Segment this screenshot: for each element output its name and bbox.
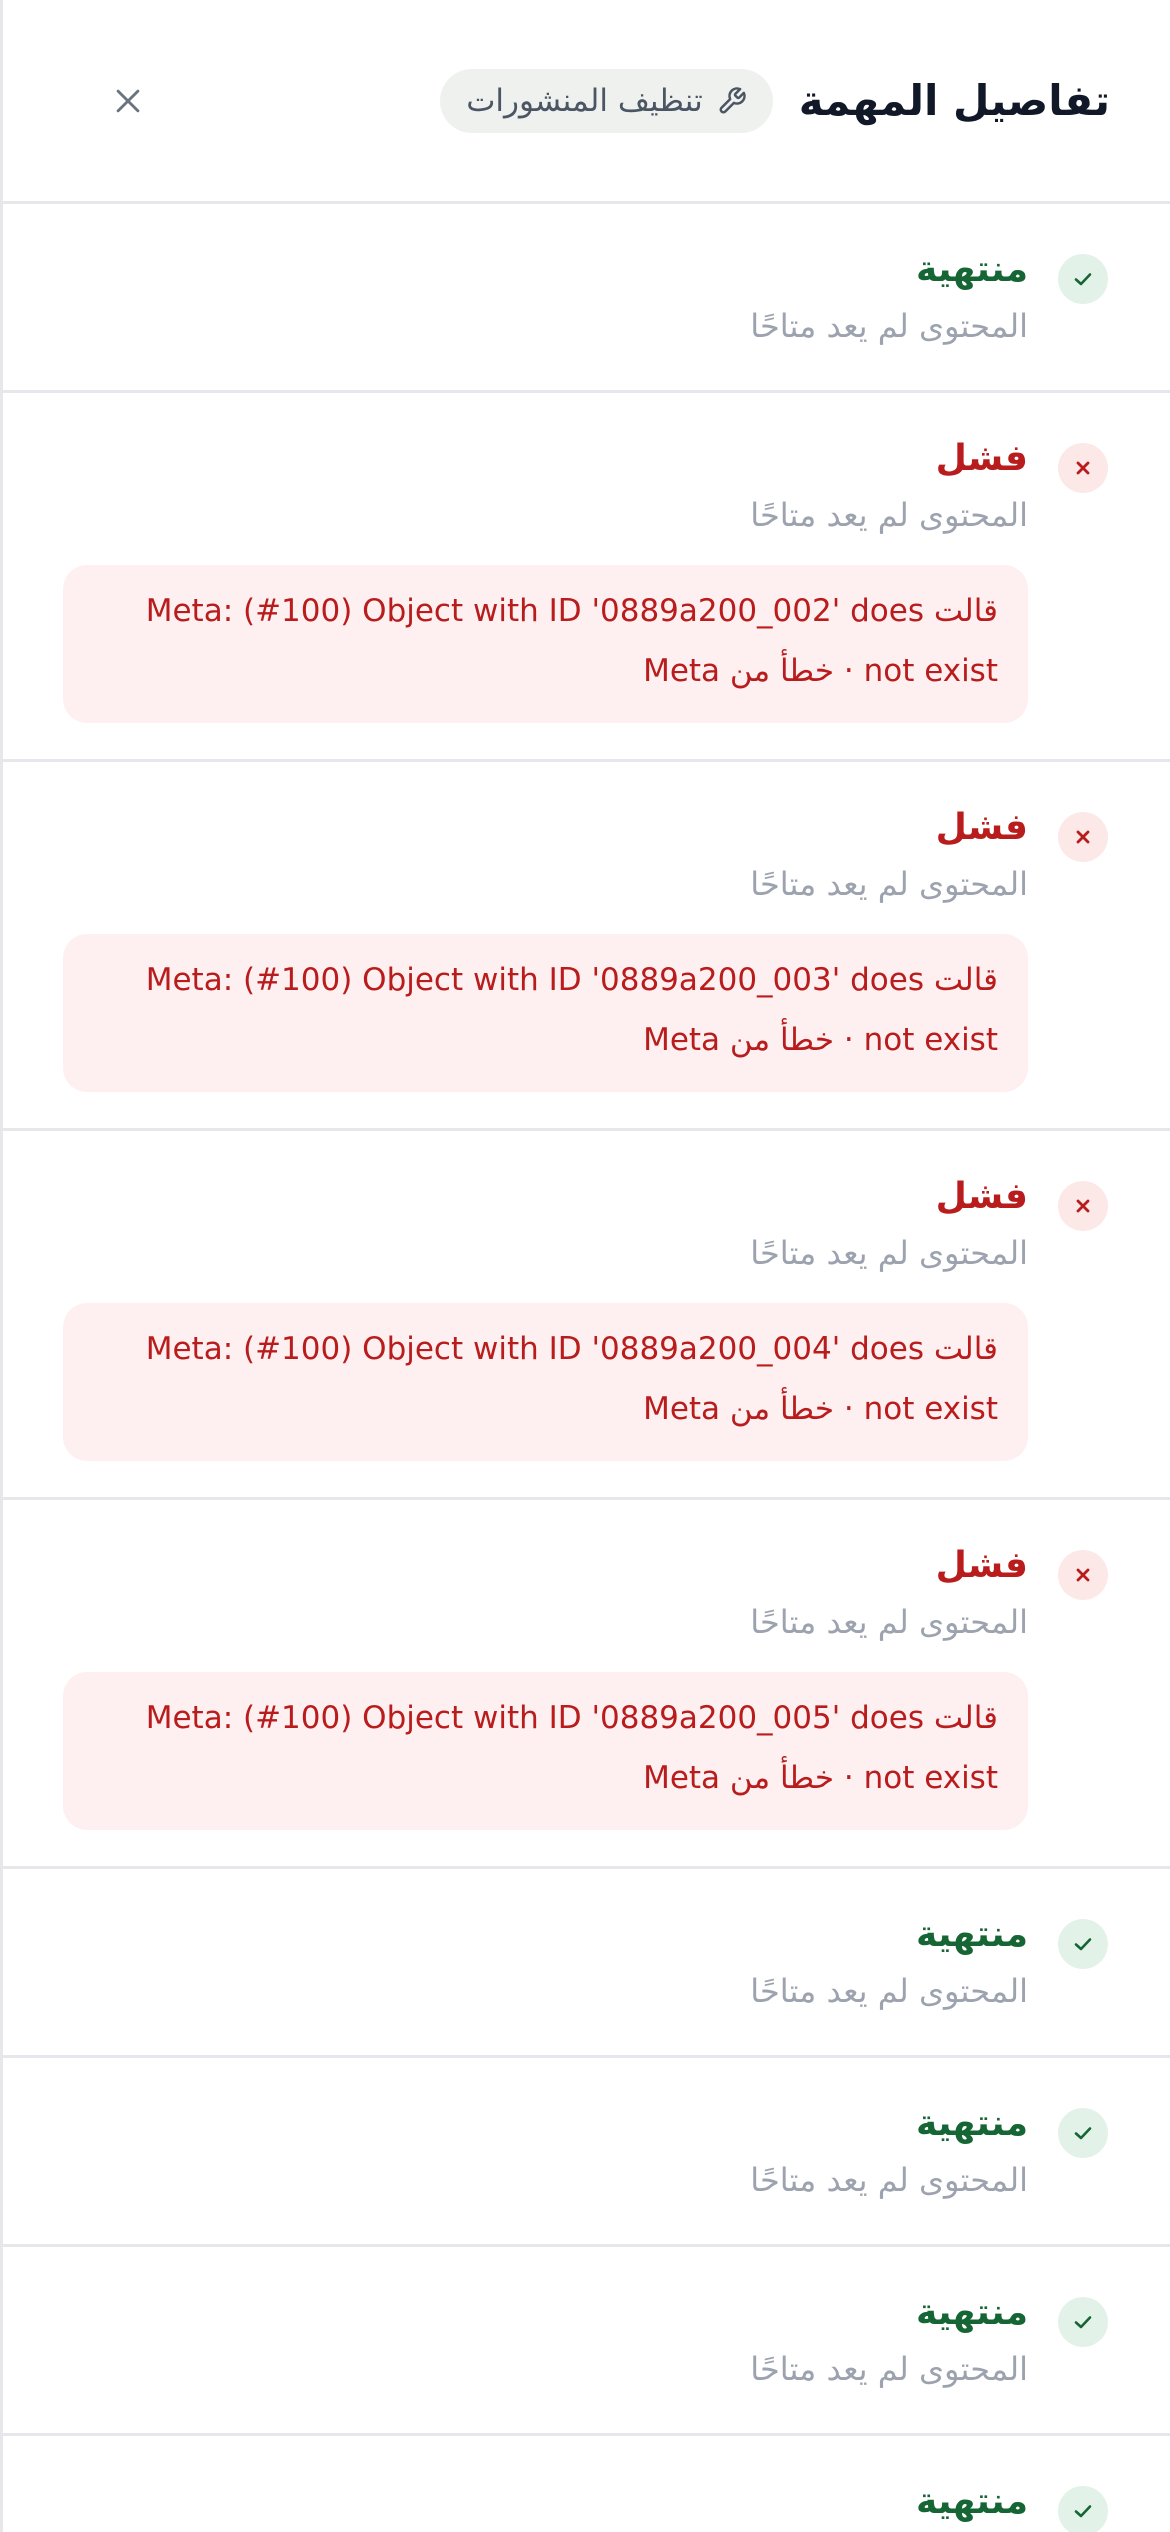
task-results-list: منتهية المحتوى لم يعد متاحًا فشل المحتوى لم… <box>3 204 1170 2532</box>
task-result-texts: فشل المحتوى لم يعد متاحًا <box>750 800 1028 912</box>
task-result-item: فشل المحتوى لم يعد متاحًا قالت Meta: (#100… <box>3 762 1170 1131</box>
status-subtitle: المحتوى لم يعد متاحًا <box>750 865 1028 903</box>
status-subtitle: المحتوى لم يعد متاحًا <box>750 307 1028 345</box>
task-details-panel: تفاصيل المهمة تنظيف المنشورات منتهية المح… <box>0 0 1170 2532</box>
status-label: فشل <box>935 807 1028 848</box>
task-result-header: فشل المحتوى لم يعد متاحًا <box>63 1169 1108 1281</box>
task-result-texts: منتهية المحتوى لم يعد متاحًا <box>750 2285 1028 2397</box>
panel-header: تفاصيل المهمة تنظيف المنشورات <box>3 0 1170 204</box>
task-result-texts: فشل المحتوى لم يعد متاحًا <box>750 1169 1028 1281</box>
wrench-icon <box>719 86 746 113</box>
status-subtitle: المحتوى لم يعد متاحًا <box>750 2350 1028 2388</box>
task-result-header: منتهية المحتوى لم يعد متاحًا <box>63 2285 1108 2397</box>
failure-status-icon <box>1058 443 1108 493</box>
status-subtitle: المحتوى لم يعد متاحًا <box>750 1972 1028 2010</box>
status-label: منتهية <box>916 2103 1028 2144</box>
page-title: تفاصيل المهمة <box>798 76 1110 125</box>
check-icon <box>1074 2316 1092 2329</box>
check-icon <box>1074 1938 1092 1951</box>
error-message-box: قالت Meta: (#100) Object with ID '0889a2… <box>63 934 1028 1092</box>
error-message-box: قالت Meta: (#100) Object with ID '0889a2… <box>63 565 1028 723</box>
check-icon <box>1074 2127 1092 2140</box>
task-result-item: منتهية المحتوى لم يعد متاحًا <box>3 1869 1170 2058</box>
status-label: فشل <box>935 1176 1028 1217</box>
x-icon <box>1076 1199 1090 1213</box>
close-button[interactable] <box>98 71 158 131</box>
success-status-icon <box>1058 254 1108 304</box>
task-result-item: فشل المحتوى لم يعد متاحًا قالت Meta: (#100… <box>3 1131 1170 1500</box>
task-result-texts: منتهية المحتوى لم يعد متاحًا <box>750 2096 1028 2208</box>
task-result-header: فشل المحتوى لم يعد متاحًا <box>63 431 1108 543</box>
success-status-icon <box>1058 2297 1108 2347</box>
task-result-texts: منتهيةالمحتوى لم يعد متاحًا <box>750 2474 1028 2532</box>
status-label: فشل <box>935 1545 1028 1586</box>
status-subtitle: المحتوى لم يعد متاحًا <box>750 1603 1028 1641</box>
status-label: منتهية <box>916 1914 1028 1955</box>
task-result-item: منتهية المحتوى لم يعد متاحًا <box>3 2058 1170 2247</box>
task-type-chip: تنظيف المنشورات <box>440 68 773 133</box>
task-result-texts: فشل المحتوى لم يعد متاحًا <box>750 1538 1028 1650</box>
status-subtitle: المحتوى لم يعد متاحًا <box>750 2161 1028 2199</box>
status-label: فشل <box>935 438 1028 479</box>
failure-status-icon <box>1058 812 1108 862</box>
status-subtitle: المحتوى لم يعد متاحًا <box>750 1234 1028 1272</box>
x-icon <box>1076 1568 1090 1582</box>
x-icon <box>1076 830 1090 844</box>
task-result-item: منتهيةالمحتوى لم يعد متاحًا <box>3 2436 1170 2532</box>
status-subtitle: المحتوى لم يعد متاحًا <box>750 496 1028 534</box>
success-status-icon <box>1058 1919 1108 1969</box>
task-result-item: فشل المحتوى لم يعد متاحًا قالت Meta: (#100… <box>3 1500 1170 1869</box>
success-status-icon <box>1058 2486 1108 2532</box>
task-result-texts: منتهية المحتوى لم يعد متاحًا <box>750 242 1028 354</box>
error-message-box: قالت Meta: (#100) Object with ID '0889a2… <box>63 1303 1028 1461</box>
status-label: منتهية <box>916 249 1028 290</box>
task-result-item: منتهية المحتوى لم يعد متاحًا <box>3 2247 1170 2436</box>
check-icon <box>1074 273 1092 286</box>
task-chip-label: تنظيف المنشورات <box>466 82 703 119</box>
status-label: منتهية <box>916 2481 1028 2522</box>
failure-status-icon <box>1058 1550 1108 1600</box>
task-result-item: منتهية المحتوى لم يعد متاحًا <box>3 204 1170 393</box>
task-result-header: فشل المحتوى لم يعد متاحًا <box>63 800 1108 912</box>
task-result-item: فشل المحتوى لم يعد متاحًا قالت Meta: (#100… <box>3 393 1170 762</box>
task-result-header: منتهيةالمحتوى لم يعد متاحًا <box>63 2474 1108 2532</box>
x-icon <box>1076 461 1090 475</box>
task-result-texts: منتهية المحتوى لم يعد متاحًا <box>750 1907 1028 2019</box>
task-result-texts: فشل المحتوى لم يعد متاحًا <box>750 431 1028 543</box>
failure-status-icon <box>1058 1181 1108 1231</box>
header-title-group: تفاصيل المهمة تنظيف المنشورات <box>440 68 1110 133</box>
task-result-header: منتهية المحتوى لم يعد متاحًا <box>63 242 1108 354</box>
check-icon <box>1074 2505 1092 2518</box>
task-result-header: منتهية المحتوى لم يعد متاحًا <box>63 1907 1108 2019</box>
task-result-header: منتهية المحتوى لم يعد متاحًا <box>63 2096 1108 2208</box>
status-label: منتهية <box>916 2292 1028 2333</box>
close-icon <box>116 89 140 112</box>
task-result-header: فشل المحتوى لم يعد متاحًا <box>63 1538 1108 1650</box>
success-status-icon <box>1058 2108 1108 2158</box>
error-message-box: قالت Meta: (#100) Object with ID '0889a2… <box>63 1672 1028 1830</box>
